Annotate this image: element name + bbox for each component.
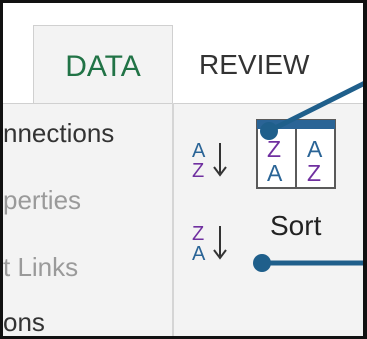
callout-dot-bottom: [253, 254, 271, 272]
callout-dot-top: [260, 122, 278, 140]
callout-annotations: [253, 79, 367, 272]
callout-line-top: [267, 79, 367, 134]
excel-ribbon-screenshot: DATA REVIEW nnections perties t Links on…: [0, 0, 367, 339]
frame-border-right: [363, 0, 367, 339]
frame-border-left: [0, 0, 3, 339]
frame-border-top: [0, 0, 367, 3]
